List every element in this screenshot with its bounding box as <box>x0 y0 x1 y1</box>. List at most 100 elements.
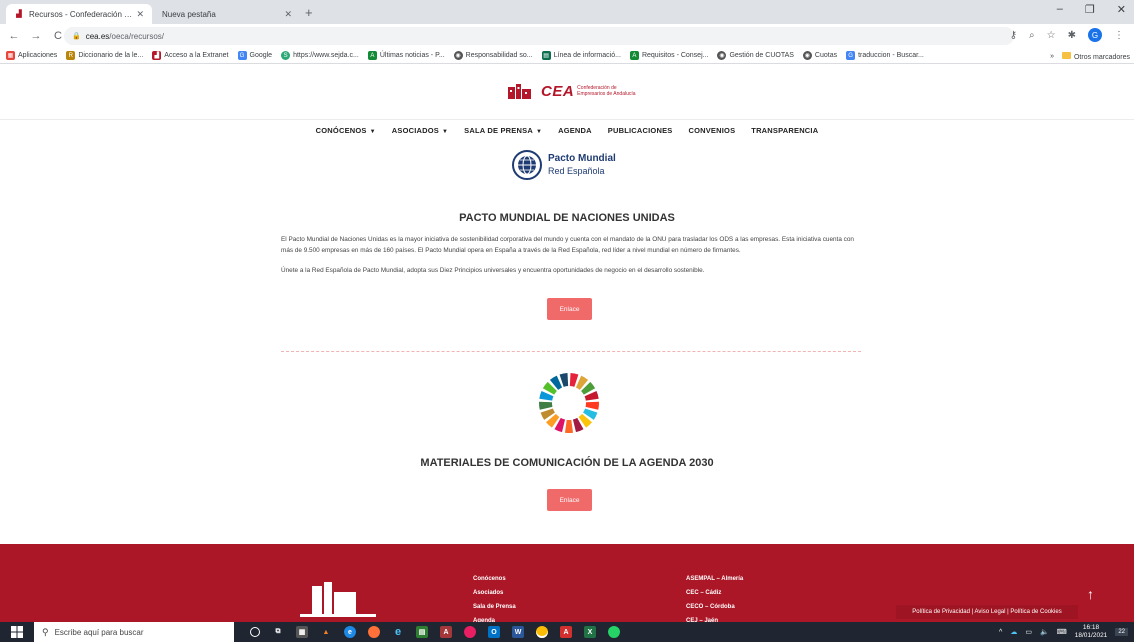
outlook-app-icon[interactable]: O <box>488 626 500 638</box>
chrome-app-icon[interactable] <box>536 626 548 638</box>
cookie-links-bar[interactable]: Política de Privacidad | Aviso Legal | P… <box>896 605 1078 619</box>
back-to-top-icon[interactable]: ↑ <box>1087 586 1094 602</box>
globe-icon: ◉ <box>453 51 463 60</box>
minimize-icon[interactable]: – <box>1057 3 1063 16</box>
word-app-icon[interactable]: W <box>512 626 524 638</box>
url-input[interactable]: 🔒 cea.es/oeca/recursos/ <box>64 27 1014 45</box>
windows-start-icon[interactable] <box>0 622 34 642</box>
nav-label: ASOCIADOS <box>391 126 440 135</box>
bookmark-requisitos[interactable]: A Requisitos - Consej... <box>629 51 708 60</box>
chevron-up-icon[interactable]: ^ <box>999 629 1002 636</box>
section-title-pacto: PACTO MUNDIAL DE NACIONES UNIDAS <box>459 212 675 224</box>
bookmark-sejda[interactable]: Shttps://www.sejda.c... <box>281 51 359 60</box>
close-tab-icon[interactable]: ✕ <box>136 9 144 20</box>
footer-link-asociados[interactable]: Asociados <box>473 586 516 600</box>
enlace-button-materiales[interactable]: Enlace <box>547 489 592 511</box>
bookmark-diccionario[interactable]: R Diccionario de la le... <box>66 51 143 60</box>
nav-convenios[interactable]: CONVENIOS <box>688 126 735 135</box>
section-divider <box>281 351 861 352</box>
taskbar-clock[interactable]: 16:18 18/01/2021 <box>1075 624 1108 640</box>
nav-publicaciones[interactable]: PUBLICACIONES <box>608 126 673 135</box>
extensions-icon[interactable]: ✱ <box>1068 30 1076 41</box>
new-tab-icon[interactable]: + <box>305 5 313 20</box>
calculator-app-icon[interactable]: ▦ <box>296 626 308 638</box>
footer-link-sala-prensa[interactable]: Sala de Prensa <box>473 600 516 614</box>
cea-building-icon <box>508 84 531 99</box>
bookmark-label: Diccionario de la le... <box>78 52 144 59</box>
bookmark-extranet[interactable]: ▟ Acceso a la Extranet <box>152 51 229 60</box>
cortana-icon[interactable] <box>250 627 260 637</box>
profile-avatar[interactable]: G <box>1088 28 1102 42</box>
ie-app-icon[interactable]: e <box>392 626 404 638</box>
notifications-icon[interactable]: 22 <box>1115 628 1128 636</box>
acrobat-app-icon[interactable]: A <box>560 626 572 638</box>
bookmark-label: Acceso a la Extranet <box>164 52 229 59</box>
bookmark-aplicaciones[interactable]: ▦ Aplicaciones <box>6 51 57 60</box>
restore-icon[interactable]: ❐ <box>1085 3 1095 16</box>
enlace-button-pacto[interactable]: Enlace <box>547 298 592 320</box>
logo-sub-line2: Empresarios de Andalucía <box>577 91 636 97</box>
nav-sala-de-prensa[interactable]: SALA DE PRENSA ▼ <box>464 126 542 135</box>
more-bookmarks-icon[interactable]: » <box>1050 53 1054 60</box>
search-icon: ⚲ <box>42 626 49 637</box>
footer-link-cec[interactable]: CEC – Cádiz <box>686 586 743 600</box>
sdg-wheel-icon <box>539 373 599 433</box>
key-icon[interactable]: ⚷ <box>1010 30 1017 41</box>
tab-nueva-pestana[interactable]: Nueva pestaña ✕ <box>154 4 300 24</box>
task-view-icon[interactable]: ⧉ <box>272 626 284 638</box>
back-icon[interactable]: ← <box>6 30 22 42</box>
web-page: CEA Confederación de Empresarios de Anda… <box>0 64 1134 622</box>
edge-app-icon[interactable]: e <box>344 626 356 638</box>
excel-app-icon[interactable]: X <box>584 626 596 638</box>
cea-logo[interactable]: CEA Confederación de Empresarios de Anda… <box>507 82 636 100</box>
footer-link-ceco[interactable]: CECO – Córdoba <box>686 600 743 614</box>
bookmark-gestion-cuotas[interactable]: ◉ Gestión de CUOTAS <box>717 51 794 60</box>
cea-favicon-icon: ▟ <box>16 11 22 18</box>
bookmark-traduccion[interactable]: Gtraduccion - Buscar... <box>846 51 924 60</box>
close-window-icon[interactable]: ✕ <box>1117 3 1126 16</box>
footer-links-col1: Conócenos Asociados Sala de Prensa Agend… <box>473 572 516 622</box>
keyboard-icon[interactable]: ⌨ <box>1057 628 1067 636</box>
bookmark-linea[interactable]: ▤ Línea de informació... <box>541 51 621 60</box>
forward-icon[interactable]: → <box>28 30 44 42</box>
nav-agenda[interactable]: AGENDA <box>558 126 592 135</box>
nav-conocenos[interactable]: CONÓCENOS ▼ <box>316 126 376 135</box>
whatsapp-app-icon[interactable] <box>608 626 620 638</box>
tab-title: Recursos - Confederación de Em <box>29 9 133 19</box>
bookmark-google[interactable]: G Google <box>237 51 272 60</box>
star-icon[interactable]: ☆ <box>1047 30 1056 41</box>
bookmark-responsabilidad[interactable]: ◉ Responsabilidad so... <box>453 51 533 60</box>
bookmark-cuotas[interactable]: ◉ Cuotas <box>802 51 837 60</box>
footer-link-cej[interactable]: CEJ – Jaén <box>686 614 743 622</box>
tab-title: Nueva pestaña <box>162 9 216 19</box>
address-bar-row: ← → C 🔒 cea.es/oeca/recursos/ ⚷ ⌕ ☆ ✱ G … <box>0 24 1134 48</box>
logo-text: CEA <box>541 82 575 100</box>
footer-link-agenda[interactable]: Agenda <box>473 614 516 622</box>
doc-icon: ▤ <box>541 51 551 60</box>
zoom-icon[interactable]: ⌕ <box>1029 30 1035 41</box>
footer-links-col2: ASEMPAL – Almería CEC – Cádiz CECO – Cór… <box>686 572 743 622</box>
menu-icon[interactable]: ⋮ <box>1114 30 1124 41</box>
firefox-app-icon[interactable] <box>368 626 380 638</box>
tab-recursos[interactable]: ▟ Recursos - Confederación de Em ✕ <box>6 4 152 24</box>
volume-icon[interactable]: 🔈 <box>1040 628 1049 636</box>
paint-app-icon[interactable] <box>464 626 476 638</box>
files-app-icon[interactable]: ▤ <box>416 626 428 638</box>
caret-down-icon: ▼ <box>369 129 376 135</box>
access-app-icon[interactable]: A <box>440 626 452 638</box>
caret-down-icon: ▼ <box>535 129 543 135</box>
nav-transparencia[interactable]: TRANSPARENCIA <box>751 126 818 135</box>
nav-asociados[interactable]: ASOCIADOS ▼ <box>392 126 448 135</box>
footer-link-asempal[interactable]: ASEMPAL – Almería <box>686 572 743 586</box>
vlc-app-icon[interactable]: ▲ <box>320 626 332 638</box>
lock-icon: 🔒 <box>72 33 81 40</box>
close-tab-icon[interactable]: ✕ <box>284 9 292 20</box>
network-icon[interactable]: ▭ <box>1025 628 1032 636</box>
taskbar-search-input[interactable]: ⚲ Escribe aquí para buscar <box>34 622 234 642</box>
onedrive-icon[interactable]: ☁ <box>1010 628 1017 636</box>
other-bookmarks[interactable]: Otros marcadores <box>1061 51 1130 61</box>
footer-link-conocenos[interactable]: Conócenos <box>473 572 516 586</box>
section-paragraph-2: Únete a la Red Española de Pacto Mundial… <box>281 267 705 274</box>
cea-footer-logo-icon[interactable] <box>298 578 378 622</box>
bookmark-noticias[interactable]: A Últimas noticias - P... <box>367 51 445 60</box>
